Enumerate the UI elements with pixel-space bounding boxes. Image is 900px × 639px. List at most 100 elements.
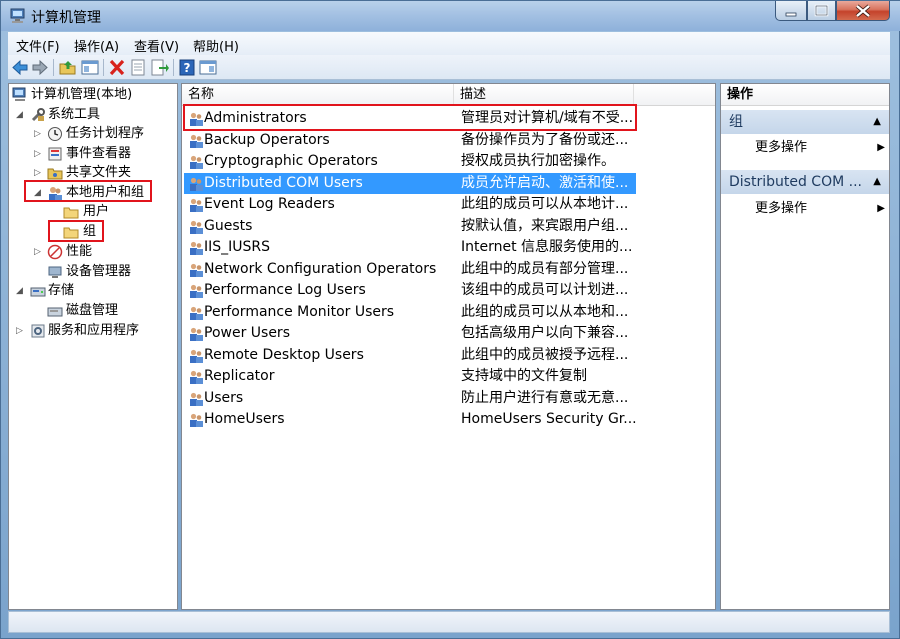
collapsed-arrow-icon[interactable]: ▷ — [34, 163, 41, 183]
collapsed-arrow-icon[interactable]: ▷ — [34, 144, 41, 164]
group-icon — [190, 349, 203, 363]
actions-section-groups[interactable]: 组 ▲ — [721, 110, 889, 134]
collapsed-arrow-icon[interactable]: ▷ — [16, 321, 23, 341]
column-header-description[interactable]: 描述 — [454, 84, 634, 106]
group-icon — [190, 155, 203, 169]
group-row[interactable]: IIS_IUSRS Internet 信息服务使用的... — [184, 237, 636, 258]
group-row[interactable]: Performance Monitor Users 此组的成员可以从本地和... — [184, 302, 636, 323]
tree-label: 性能 — [66, 244, 93, 259]
up-folder-icon[interactable] — [58, 58, 78, 77]
group-row[interactable]: Remote Desktop Users 此组中的成员被授予远程... — [184, 345, 636, 366]
group-icon — [190, 198, 203, 212]
status-bar — [8, 611, 890, 633]
group-name: Performance Monitor Users — [204, 304, 395, 320]
group-name: HomeUsers — [204, 411, 285, 427]
more-actions-selected[interactable]: 更多操作 ▶ — [755, 199, 887, 219]
collapsed-arrow-icon[interactable]: ▷ — [34, 242, 41, 262]
group-description: 授权成员执行加密操作。 — [461, 153, 615, 169]
group-description: 备份操作员为了备份或还... — [461, 132, 629, 148]
group-name: Network Configuration Operators — [204, 261, 437, 277]
minimize-button[interactable] — [775, 1, 807, 21]
submenu-arrow-icon: ▶ — [877, 203, 885, 214]
group-description: 该组中的成员可以计划进... — [461, 282, 629, 298]
tools-icon — [31, 108, 45, 122]
group-description: 防止用户进行有意或无意... — [461, 390, 629, 406]
group-name: Cryptographic Operators — [204, 153, 378, 169]
group-icon — [190, 284, 203, 298]
tree-label: 计算机管理(本地) — [31, 87, 133, 102]
performance-icon — [47, 244, 63, 260]
group-row[interactable]: Administrators 管理员对计算机/域有不受... — [184, 108, 636, 129]
menu-help[interactable]: 帮助(H) — [193, 36, 239, 55]
expanded-arrow-icon[interactable]: ◢ — [16, 281, 23, 301]
menu-file[interactable]: 文件(F) — [16, 36, 60, 55]
computer-management-icon — [12, 87, 26, 101]
tree-label: 用户 — [83, 204, 110, 219]
console-tree-pane: 计算机管理(本地) ◢ 系统工具 ▷ 任务计划程序 ▷ 事件查看器 ▷ 共享文件… — [8, 83, 178, 610]
clock-icon — [48, 127, 62, 141]
shared-folder-icon — [47, 168, 63, 180]
group-description: 此组中的成员被授予远程... — [461, 347, 629, 363]
forward-arrow-icon[interactable] — [30, 58, 50, 77]
export-list-icon[interactable] — [149, 58, 169, 77]
group-row[interactable]: Guests 按默认值，来宾跟用户组... — [184, 216, 636, 237]
window-title: 计算机管理 — [31, 10, 101, 26]
column-header-empty — [634, 84, 715, 106]
actions-section-selected[interactable]: Distributed COM ... ▲ — [721, 170, 889, 194]
group-row[interactable]: Distributed COM Users 成员允许启动、激活和使... — [184, 173, 636, 194]
title-bar[interactable]: 计算机管理 — [1, 1, 900, 31]
group-name: Power Users — [204, 325, 290, 341]
more-actions-groups[interactable]: 更多操作 ▶ — [755, 138, 887, 158]
menu-view[interactable]: 查看(V) — [134, 36, 179, 55]
group-description: 按默认值，来宾跟用户组... — [461, 218, 629, 234]
show-hide-action-pane-icon[interactable] — [198, 58, 218, 77]
collapse-up-icon[interactable]: ▲ — [873, 170, 881, 194]
group-icon — [190, 241, 203, 255]
maximize-button[interactable] — [807, 1, 836, 21]
group-row[interactable]: Cryptographic Operators 授权成员执行加密操作。 — [184, 151, 636, 172]
column-header-name[interactable]: 名称 — [182, 84, 454, 106]
group-row[interactable]: HomeUsers HomeUsers Security Gr... — [184, 409, 636, 430]
collapsed-arrow-icon[interactable]: ▷ — [34, 124, 41, 144]
close-button[interactable] — [836, 1, 890, 21]
group-name: IIS_IUSRS — [204, 239, 271, 255]
group-icon — [190, 327, 203, 341]
delete-icon[interactable] — [107, 58, 127, 77]
expanded-arrow-icon[interactable]: ◢ — [34, 183, 41, 203]
expanded-arrow-icon[interactable]: ◢ — [16, 105, 23, 125]
group-row[interactable]: Network Configuration Operators 此组中的成员有部分… — [184, 259, 636, 280]
help-icon[interactable]: ? — [177, 58, 197, 77]
collapse-up-icon[interactable]: ▲ — [873, 110, 881, 134]
group-row[interactable]: Power Users 包括高级用户以向下兼容... — [184, 323, 636, 344]
group-icon — [190, 177, 203, 191]
folder-icon — [63, 227, 79, 239]
group-description: 此组的成员可以从本地计... — [461, 196, 629, 212]
group-row[interactable]: Replicator 支持域中的文件复制 — [184, 366, 636, 387]
show-hide-tree-icon[interactable] — [80, 58, 100, 77]
menu-action[interactable]: 操作(A) — [74, 36, 119, 55]
more-actions-label: 更多操作 — [755, 140, 808, 155]
submenu-arrow-icon: ▶ — [877, 142, 885, 153]
tree-label: 存储 — [48, 283, 75, 298]
back-arrow-icon[interactable] — [10, 58, 30, 77]
minimize-icon — [785, 12, 797, 17]
group-icon — [190, 220, 203, 234]
group-row[interactable]: Users 防止用户进行有意或无意... — [184, 388, 636, 409]
close-icon — [855, 4, 871, 18]
tree-label: 磁盘管理 — [66, 303, 119, 318]
group-icon — [190, 263, 203, 277]
properties-icon[interactable] — [128, 58, 148, 77]
disk-icon — [47, 307, 63, 317]
tree-label: 服务和应用程序 — [48, 323, 140, 338]
storage-icon — [30, 287, 46, 297]
group-row[interactable]: Performance Log Users 该组中的成员可以计划进... — [184, 280, 636, 301]
section-title: 组 — [729, 114, 743, 130]
menu-bar: 文件(F) 操作(A) 查看(V) 帮助(H) — [8, 32, 890, 55]
group-name: Distributed COM Users — [204, 175, 363, 191]
group-description: Internet 信息服务使用的... — [461, 239, 633, 255]
group-row[interactable]: Backup Operators 备份操作员为了备份或还... — [184, 130, 636, 151]
folder-icon — [63, 207, 79, 219]
device-manager-icon — [48, 266, 62, 278]
group-row[interactable]: Event Log Readers 此组的成员可以从本地计... — [184, 194, 636, 215]
tree-label: 任务计划程序 — [66, 126, 145, 141]
